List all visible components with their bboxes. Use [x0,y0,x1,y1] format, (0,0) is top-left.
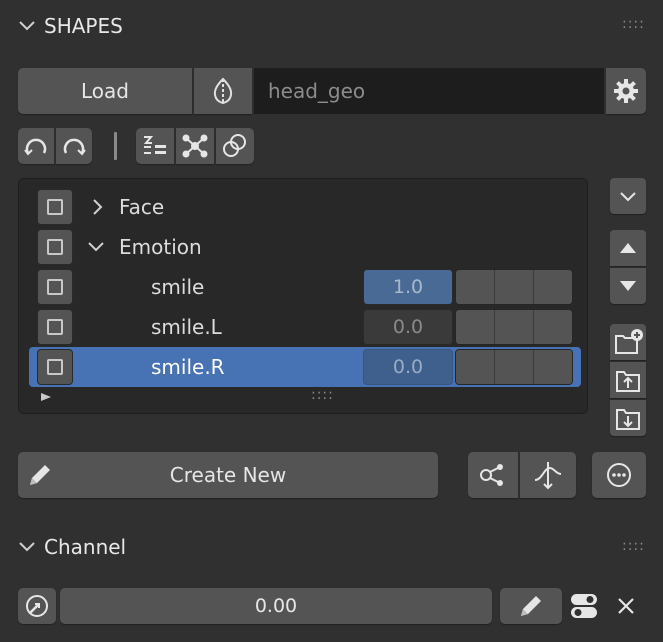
channel-value-field[interactable]: 0.00 [60,588,492,624]
edit-button[interactable] [500,588,562,624]
dial-icon [26,595,48,617]
circles-button[interactable] [216,128,254,164]
list-item[interactable]: Emotion [29,227,581,267]
nodes-icon [182,134,208,158]
pencil-icon [30,465,50,485]
filter-list-button[interactable] [136,128,174,164]
toggle-icon [571,594,597,618]
pencil-icon [521,596,541,616]
shape-label: smile.R [151,355,225,379]
nodes-button[interactable] [176,128,214,164]
shape-grid[interactable] [455,349,573,385]
folder-down-icon [616,409,640,430]
toolbar-divider [114,132,117,160]
folder-up-icon [616,371,640,392]
undo-icon [24,138,47,156]
channel-panel-title: Channel [44,535,127,559]
channel-value: 0.00 [254,595,298,617]
curve-icon [534,462,562,490]
create-new-button[interactable]: Create New [18,452,438,498]
move-down-icon [620,281,636,291]
shape-label: smile.L [151,315,222,339]
shape-grid[interactable] [455,269,573,305]
checkbox[interactable] [37,309,73,345]
move-up-button[interactable] [610,230,646,266]
share-icon [480,464,503,486]
create-new-label: Create New [169,463,287,487]
more-button[interactable] [592,452,646,498]
group-label: Face [119,195,165,219]
shapes-panel-title: SHAPES [44,14,123,38]
redo-icon [63,138,86,156]
mirror-icon [213,77,233,105]
gear-icon [614,79,638,103]
close-icon [618,598,634,614]
move-down-button[interactable] [610,268,646,304]
load-button-label: Load [81,79,129,103]
chevron-down-icon [19,542,35,552]
share-button[interactable] [468,452,518,498]
shape-label: smile [151,275,205,299]
list-item[interactable]: Face [29,187,581,227]
chevron-down-icon[interactable] [87,238,105,256]
folder-move-up-button[interactable] [610,362,646,398]
shape-value[interactable]: 0.0 [363,309,453,345]
shape-list[interactable]: Face Emotion smile 1.0 smile.L 0.0 smile… [18,178,588,414]
shape-grid[interactable] [455,309,573,345]
mesh-field-value: head_geo [268,79,366,103]
list-item[interactable]: smile 1.0 [29,267,581,307]
move-up-icon [620,243,636,253]
folder-move-down-button[interactable] [610,400,646,436]
settings-button[interactable] [606,68,646,114]
chevron-right-icon[interactable] [89,198,107,216]
dial-button[interactable] [18,588,56,624]
channel-panel-header[interactable]: Channel [18,533,126,561]
grip-icon[interactable]: :::: [622,538,645,554]
load-button[interactable]: Load [18,68,192,114]
chevron-down-icon [620,192,636,202]
filter-list-icon [143,136,166,154]
group-label: Emotion [119,235,202,259]
mirror-button[interactable] [194,68,252,114]
chevron-down-icon [19,21,35,31]
checkbox[interactable] [37,269,73,305]
add-folder-button[interactable] [610,324,646,360]
folder-add-icon [615,329,643,354]
shapes-panel-header[interactable]: SHAPES [18,12,123,40]
checkbox[interactable] [37,229,73,265]
list-item-selected[interactable]: smile.R 0.0 [29,347,581,387]
specials-menu-button[interactable] [610,178,646,214]
shape-value[interactable]: 0.0 [363,349,453,385]
list-item[interactable]: smile.L 0.0 [29,307,581,347]
checkbox[interactable] [37,189,73,225]
grip-icon[interactable]: :::: [622,16,645,32]
curve-button[interactable] [520,452,576,498]
toggle-button[interactable] [568,590,600,622]
mesh-field[interactable]: head_geo [254,68,604,114]
checkbox[interactable] [37,349,73,385]
shape-value[interactable]: 1.0 [363,269,453,305]
expand-triangle-icon[interactable] [39,391,53,403]
resize-grip-icon[interactable]: :::: [311,387,334,403]
redo-button[interactable] [56,128,92,164]
more-icon [607,463,631,487]
undo-button[interactable] [18,128,54,164]
remove-button[interactable] [612,592,640,620]
circles-icon [223,134,246,157]
